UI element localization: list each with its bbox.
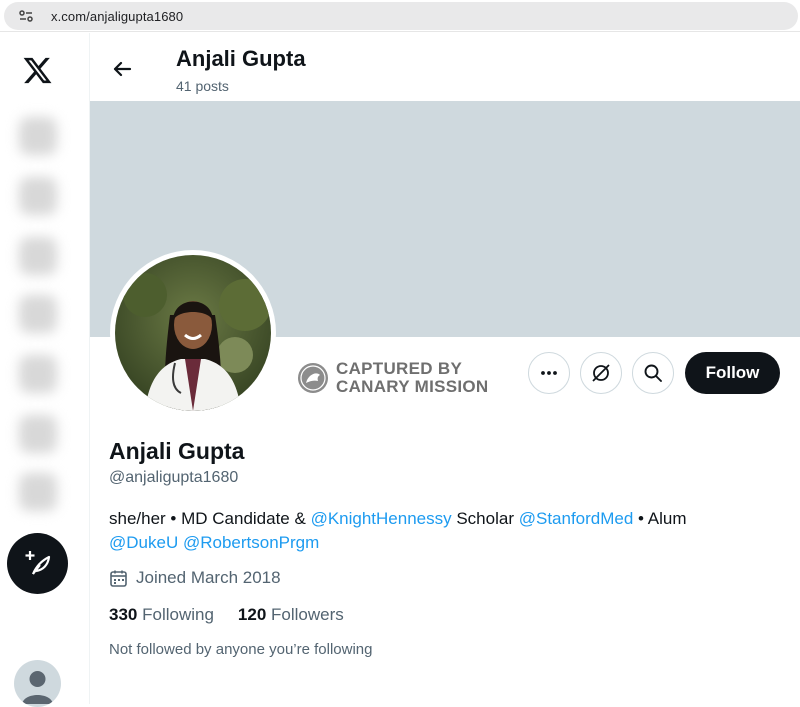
nav-item-blurred[interactable]: [19, 415, 57, 453]
nav-item-blurred[interactable]: [19, 295, 57, 333]
mention-link[interactable]: @DukeU: [109, 533, 178, 552]
followers-label: Followers: [271, 605, 344, 624]
more-icon: [541, 371, 557, 375]
nav-item-blurred[interactable]: [19, 473, 57, 511]
canary-bird-icon: [298, 363, 328, 393]
mention-link[interactable]: @StanfordMed: [519, 509, 634, 528]
address-field[interactable]: x.com/anjaligupta1680: [4, 2, 798, 30]
back-arrow-icon[interactable]: [106, 53, 138, 85]
captured-line-2: CANARY MISSION: [336, 377, 489, 396]
browser-url-bar: x.com/anjaligupta1680: [0, 0, 800, 32]
header-name: Anjali Gupta: [176, 46, 306, 71]
profile-name: Anjali Gupta: [109, 438, 245, 464]
followers-count: 120: [237, 605, 267, 624]
joined-date: Joined March 2018: [109, 568, 281, 588]
grok-icon: [592, 364, 610, 382]
bio-text: she/her • MD Candidate &: [109, 509, 311, 528]
followers-link[interactable]: 120 Followers: [238, 605, 344, 624]
joined-text: Joined March 2018: [136, 568, 281, 587]
search-button[interactable]: [632, 352, 674, 394]
header-post-count: 41 posts: [176, 78, 229, 94]
profile-handle: @anjaligupta1680: [109, 469, 239, 486]
following-link[interactable]: 330 Following: [109, 605, 214, 624]
nav-item-blurred[interactable]: [19, 177, 57, 215]
mention-link[interactable]: @KnightHennessy: [311, 509, 452, 528]
more-button[interactable]: [528, 352, 570, 394]
x-logo-icon[interactable]: [22, 55, 53, 86]
profile-picture[interactable]: [110, 250, 276, 416]
left-nav-rail: [0, 33, 90, 707]
following-label: Following: [142, 605, 214, 624]
profile-photo: [115, 255, 271, 411]
follow-button[interactable]: Follow: [685, 352, 780, 394]
site-info-icon[interactable]: [18, 8, 34, 24]
profile-bio: she/her • MD Candidate & @KnightHennessy…: [109, 507, 779, 555]
url-text: x.com/anjaligupta1680: [51, 9, 184, 24]
follow-stats: 330 Following 120 Followers: [109, 605, 344, 625]
bio-text: Scholar: [451, 509, 519, 528]
following-count: 330: [109, 605, 138, 624]
not-followed-note: Not followed by anyone you’re following: [109, 641, 373, 658]
captured-line-1: CAPTURED BY: [336, 359, 463, 378]
search-icon: [644, 364, 662, 382]
bio-text: • Alum: [633, 509, 687, 528]
captured-by-watermark: CAPTURED BY CANARY MISSION: [298, 360, 489, 396]
calendar-icon: [110, 570, 127, 587]
mention-link[interactable]: @RobertsonPrgm: [183, 533, 319, 552]
nav-item-blurred[interactable]: [19, 355, 57, 393]
nav-item-blurred[interactable]: [19, 237, 57, 275]
nav-item-blurred[interactable]: [19, 117, 57, 155]
compose-post-icon: [25, 551, 51, 575]
compose-post-button[interactable]: [7, 533, 68, 594]
grok-button[interactable]: [580, 352, 622, 394]
account-avatar[interactable]: [14, 660, 61, 707]
